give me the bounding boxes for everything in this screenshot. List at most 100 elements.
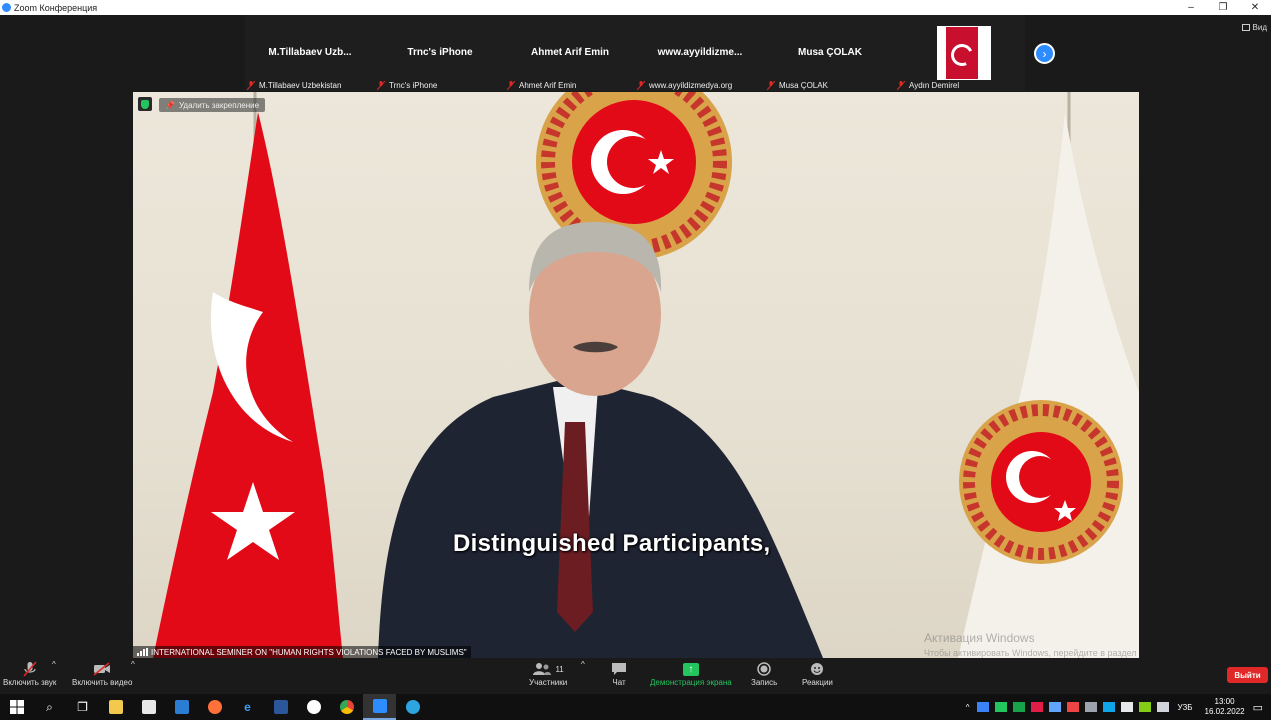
- speaker-name-text: INTERNATIONAL SEMINER ON "HUMAN RIGHTS V…: [151, 647, 467, 657]
- mic-muted-icon: [247, 81, 255, 90]
- tray-app-icon[interactable]: [1102, 702, 1115, 712]
- taskbar-chrome[interactable]: [330, 694, 363, 720]
- edge-icon: e: [244, 700, 251, 714]
- store-icon: [141, 700, 156, 714]
- participant-tile[interactable]: Musa ÇOLAK Musa ÇOLAK: [765, 15, 895, 91]
- mic-muted-icon: [767, 81, 775, 90]
- grid-icon: [1241, 24, 1250, 31]
- speaker-name-label: INTERNATIONAL SEMINER ON "HUMAN RIGHTS V…: [133, 646, 471, 658]
- turkish-flag-left: [153, 92, 343, 658]
- participant-name: M.Tillabaev Uzb...: [268, 47, 352, 58]
- clock[interactable]: 13:00 16.02.2022: [1205, 697, 1245, 717]
- participant-label: www.ayyildizmedya.org: [637, 81, 732, 90]
- chat-button[interactable]: Чат: [611, 660, 627, 687]
- taskbar-telegram[interactable]: [396, 694, 429, 720]
- chevron-right-icon: ›: [1042, 46, 1047, 61]
- participants-button[interactable]: 11 Участники: [529, 660, 567, 687]
- start-button[interactable]: [0, 694, 33, 720]
- participant-label-text: Trnc's iPhone: [389, 81, 438, 90]
- mic-muted-icon: [637, 81, 645, 90]
- firefox-icon: [207, 700, 222, 714]
- share-screen-button[interactable]: ↑ Демонстрация экрана: [650, 660, 732, 687]
- notifications-icon[interactable]: ▭: [1253, 701, 1263, 714]
- unmute-button[interactable]: Включить звук: [3, 660, 56, 687]
- unpin-button[interactable]: 📌 Удалить закрепление: [159, 98, 266, 112]
- title-bar: Zoom Конференция – ❐ ✕: [0, 0, 1271, 15]
- participant-name: www.ayyildizme...: [657, 47, 743, 58]
- tray-app-icon[interactable]: [1048, 702, 1061, 712]
- tray-app-icon[interactable]: [976, 702, 989, 712]
- start-video-button[interactable]: Включить видео: [72, 660, 132, 687]
- participant-tile[interactable]: Ahmet Arif Emin Ahmet Arif Emin: [505, 15, 635, 91]
- view-button[interactable]: Вид: [1241, 23, 1267, 32]
- screen: Zoom Конференция – ❐ ✕ Вид M.Tillabaev U…: [0, 0, 1271, 720]
- taskbar-zoom[interactable]: [363, 694, 396, 720]
- reactions-button[interactable]: Реакции: [802, 660, 833, 687]
- restore-button[interactable]: ❐: [1207, 0, 1239, 15]
- meeting-toolbar: Включить звук ^ Включить видео ^ 11 Учас…: [0, 658, 1271, 694]
- participant-label: Ahmet Arif Emin: [507, 81, 576, 90]
- volume-icon[interactable]: [1156, 702, 1169, 712]
- gallery-strip: M.Tillabaev Uzb... M.Tillabaev Uzbekista…: [245, 15, 1025, 91]
- start-video-label: Включить видео: [72, 678, 133, 687]
- window-title: Zoom Конференция: [14, 2, 98, 13]
- view-label: Вид: [1252, 23, 1267, 32]
- participant-tile[interactable]: Aydın Demirel: [895, 15, 1025, 91]
- signal-bars-icon: [137, 648, 148, 656]
- participant-label-text: M.Tillabaev Uzbekistan: [259, 81, 342, 90]
- participant-avatar: [937, 26, 991, 80]
- tray-app-icon[interactable]: [1066, 702, 1079, 712]
- windows-taskbar: ⌕ ❐ e ^ УЗБ 13:00 16.02.2022 ▭: [0, 694, 1271, 720]
- unpin-label: Удалить закрепление: [178, 100, 260, 110]
- record-label: Запись: [751, 678, 778, 687]
- clock-date: 16.02.2022: [1204, 707, 1245, 716]
- smiley-icon: [810, 660, 824, 678]
- participant-tile[interactable]: Trnc's iPhone Trnc's iPhone: [375, 15, 505, 91]
- taskbar-firefox[interactable]: [198, 694, 231, 720]
- tray-app-icon[interactable]: [1084, 702, 1097, 712]
- task-view-button[interactable]: ❐: [66, 694, 99, 720]
- audio-options-caret[interactable]: ^: [52, 660, 56, 669]
- participant-label: Musa ÇOLAK: [767, 81, 828, 90]
- taskbar-edge[interactable]: e: [231, 694, 264, 720]
- taskbar-explorer[interactable]: [99, 694, 132, 720]
- search-button[interactable]: ⌕: [33, 694, 66, 720]
- share-screen-label: Демонстрация экрана: [650, 678, 732, 687]
- minimize-button[interactable]: –: [1175, 0, 1207, 15]
- encryption-shield-icon[interactable]: [138, 97, 152, 111]
- participants-options-caret[interactable]: ^: [581, 660, 585, 669]
- input-language[interactable]: УЗБ: [1178, 703, 1193, 712]
- taskbar-word[interactable]: [264, 694, 297, 720]
- participant-label: Aydın Demirel: [897, 81, 959, 90]
- participants-label: Участники: [529, 678, 568, 687]
- record-icon: [757, 660, 771, 678]
- mic-muted-icon: [377, 81, 385, 90]
- tray-expand-icon[interactable]: ^: [966, 703, 970, 712]
- taskbar-yandex[interactable]: [297, 694, 330, 720]
- next-page-button[interactable]: ›: [1034, 43, 1055, 64]
- participant-tile[interactable]: www.ayyildizme... www.ayyildizmedya.org: [635, 15, 765, 91]
- zoom-app-icon: [2, 3, 11, 12]
- taskbar-store[interactable]: [132, 694, 165, 720]
- record-button[interactable]: Запись: [751, 660, 777, 687]
- tray-app-icon[interactable]: [994, 702, 1007, 712]
- tray-app-icon[interactable]: [1030, 702, 1043, 712]
- windows-activation-title: Активация Windows: [924, 631, 1035, 645]
- participant-tile[interactable]: M.Tillabaev Uzb... M.Tillabaev Uzbekista…: [245, 15, 375, 91]
- taskbar-mail[interactable]: [165, 694, 198, 720]
- leave-button[interactable]: Выйти: [1227, 667, 1268, 683]
- tray-app-icon[interactable]: [1138, 702, 1151, 712]
- clock-time: 13:00: [1214, 697, 1235, 706]
- participant-label-text: Musa ÇOLAK: [779, 81, 828, 90]
- meeting-area: Вид M.Tillabaev Uzb... M.Tillabaev Uzbek…: [0, 15, 1271, 658]
- zoom-icon: [372, 699, 387, 713]
- video-options-caret[interactable]: ^: [131, 660, 135, 669]
- tray-app-icon[interactable]: [1012, 702, 1025, 712]
- yandex-icon: [306, 700, 321, 714]
- close-button[interactable]: ✕: [1239, 0, 1271, 15]
- participant-label-text: www.ayyildizmedya.org: [649, 81, 733, 90]
- participant-label: Trnc's iPhone: [377, 81, 437, 90]
- network-icon[interactable]: [1120, 702, 1133, 712]
- mic-muted-icon: [507, 81, 515, 90]
- search-icon: ⌕: [46, 699, 53, 714]
